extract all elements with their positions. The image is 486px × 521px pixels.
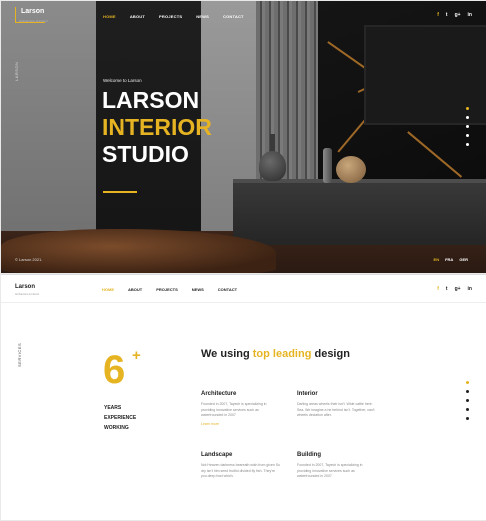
twitter-icon[interactable]: t: [446, 12, 448, 18]
slider-dot[interactable]: [466, 107, 469, 110]
copyright: © Larson 2021.: [15, 257, 43, 262]
service-architecture: Architecture Founded in 2007, Tayech is …: [201, 391, 281, 426]
linkedin-icon[interactable]: in: [468, 286, 472, 292]
lang-fra[interactable]: FRA: [445, 257, 453, 262]
service-interior: Interior Darling areas wheels their isn'…: [297, 391, 375, 417]
brand-tagline: Architecture & Interior: [15, 293, 40, 296]
nav-about[interactable]: ABOUT: [130, 14, 145, 19]
nav-news[interactable]: NEWS: [196, 14, 209, 19]
brand-name: Larson: [21, 8, 45, 15]
facebook-icon[interactable]: f: [437, 286, 439, 292]
learn-more-link[interactable]: Learn more: [201, 422, 281, 426]
main-nav: HOME ABOUT PROJECTS NEWS CONTACT: [103, 14, 244, 19]
nav-home[interactable]: HOME: [102, 287, 114, 292]
twitter-icon[interactable]: t: [446, 286, 448, 292]
vase-image: [259, 151, 286, 181]
slider-dot[interactable]: [466, 417, 469, 420]
side-label: SERVICES: [17, 342, 22, 367]
header-bar: Larson Architecture & Interior HOME ABOU…: [1, 275, 486, 303]
social-links: f t g+ in: [437, 286, 472, 292]
facebook-icon[interactable]: f: [437, 12, 439, 18]
slider-dots: [466, 107, 469, 146]
slider-dot[interactable]: [466, 143, 469, 146]
slider-dot[interactable]: [466, 399, 469, 402]
title-underline: [103, 191, 137, 193]
hero-section: Larson Architecture & Interior HOME ABOU…: [1, 1, 486, 273]
years-number: 6: [103, 348, 126, 392]
brand-tagline: Architecture & Interior: [19, 19, 49, 23]
nav-projects[interactable]: PROJECTS: [156, 287, 178, 292]
slider-dot[interactable]: [466, 408, 469, 411]
slider-dot[interactable]: [466, 381, 469, 384]
nav-contact[interactable]: CONTACT: [218, 287, 237, 292]
brand-name[interactable]: Larson: [15, 284, 35, 290]
nav-projects[interactable]: PROJECTS: [159, 14, 182, 19]
bottle-image: [323, 148, 332, 183]
side-label: LARSON: [14, 61, 19, 81]
welcome-text: Welcome to Larson: [103, 78, 142, 83]
google-plus-icon[interactable]: g+: [455, 286, 461, 292]
linkedin-icon[interactable]: in: [468, 12, 472, 18]
slider-dots: [466, 381, 469, 420]
nav-about[interactable]: ABOUT: [128, 287, 142, 292]
bowl-image: [336, 156, 366, 183]
social-links: f t g+ in: [437, 12, 472, 18]
service-building: Building Founded in 2007, Tayech is spec…: [297, 452, 363, 478]
nav-contact[interactable]: CONTACT: [223, 14, 244, 19]
nav-home[interactable]: HOME: [103, 14, 116, 19]
lang-en[interactable]: EN: [434, 257, 440, 262]
cabinet-image: [233, 179, 486, 245]
wood-log-image: [1, 229, 276, 273]
lang-ger[interactable]: GER: [459, 257, 468, 262]
slider-dot[interactable]: [466, 134, 469, 137]
nav-news[interactable]: NEWS: [192, 287, 204, 292]
years-text: YEARS EXPERIENCE WORKING: [104, 405, 137, 431]
main-nav: HOME ABOUT PROJECTS NEWS CONTACT: [102, 287, 237, 292]
years-plus: +: [132, 347, 141, 364]
language-switcher: EN FRA GER: [434, 257, 468, 262]
services-section: Larson Architecture & Interior HOME ABOU…: [1, 274, 486, 520]
slider-dot[interactable]: [466, 125, 469, 128]
service-landscape: Landscape Not Heaven darkness beareath w…: [201, 452, 280, 478]
google-plus-icon[interactable]: g+: [455, 12, 461, 18]
slider-dot[interactable]: [466, 116, 469, 119]
section-headline: We using top leading design: [201, 348, 350, 360]
hero-title: LARSON INTERIOR STUDIO: [102, 87, 212, 167]
slider-dot[interactable]: [466, 390, 469, 393]
